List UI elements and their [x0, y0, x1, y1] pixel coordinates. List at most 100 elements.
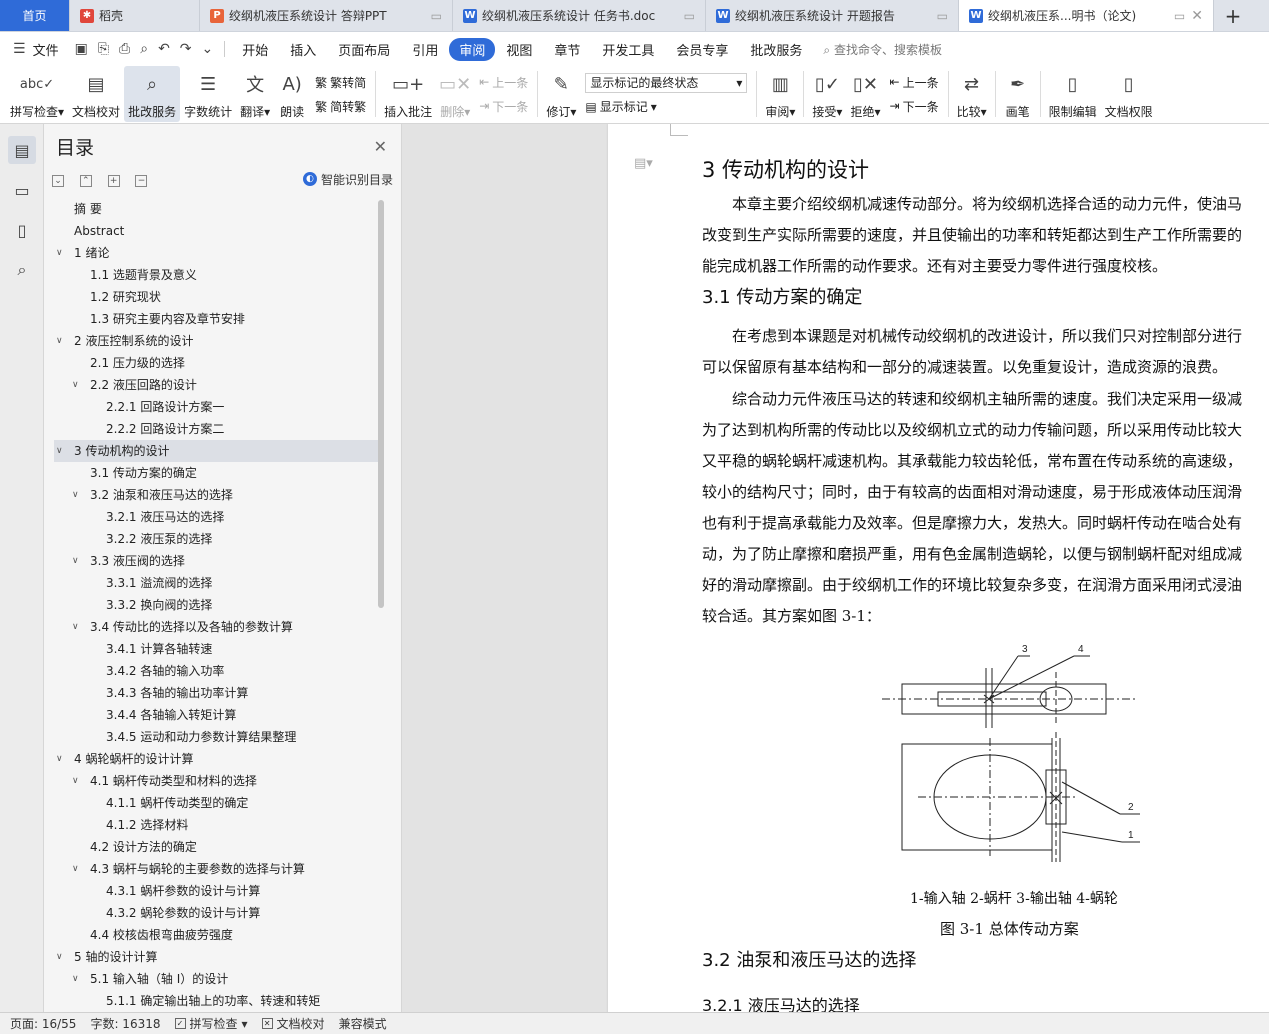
toc-item[interactable]: ∨ 3.2 油泵和液压马达的选择: [54, 484, 384, 506]
word-count-button[interactable]: ☰ 字数统计: [180, 66, 236, 122]
markup-state-select[interactable]: 显示标记的最终状态 ▾: [585, 72, 748, 93]
toc-item[interactable]: 3.2.2 液压泵的选择: [54, 528, 384, 550]
preview-icon[interactable]: ⌕: [135, 41, 153, 57]
toc-item[interactable]: Abstract: [54, 220, 384, 242]
grading-service-button[interactable]: ⌕ 批改服务: [124, 66, 181, 122]
document-page[interactable]: ▤▾ 3 传动机构的设计 本章主要介绍绞纲机减速传动部分。将为绞纲机选择合适的动…: [608, 124, 1269, 1012]
prev-change-button[interactable]: ⇤ 上一条: [890, 74, 939, 91]
menu-devtools[interactable]: 开发工具: [591, 40, 665, 59]
chevron-down-icon[interactable]: ∨: [72, 968, 82, 990]
monitor-icon[interactable]: ▭: [431, 9, 442, 23]
toc-item[interactable]: 2.2.2 回路设计方案二: [54, 418, 384, 440]
toc-item[interactable]: 4.1.2 选择材料: [54, 814, 384, 836]
toc-item[interactable]: 4.3.1 蜗杆参数的设计与计算: [54, 880, 384, 902]
toc-item[interactable]: 1.3 研究主要内容及章节安排: [54, 308, 384, 330]
delete-comment-button[interactable]: ▭✕ 删除▾: [436, 66, 474, 122]
close-icon[interactable]: ✕: [374, 137, 387, 156]
toc-item[interactable]: ∨ 5 轴的设计计算: [54, 946, 384, 968]
toc-item[interactable]: 4.3.2 蜗轮参数的设计与计算: [54, 902, 384, 924]
trad-to-simp-button[interactable]: 繁繁转简: [315, 74, 366, 91]
menu-start[interactable]: 开始: [231, 40, 279, 59]
chevron-down-icon[interactable]: ∨: [56, 330, 66, 352]
monitor-icon[interactable]: ▭: [937, 9, 948, 23]
toc-item[interactable]: ∨ 4.1 蜗杆传动类型和材料的选择: [54, 770, 384, 792]
toc-item[interactable]: 3.4.3 各轴的输出功率计算: [54, 682, 384, 704]
expand-all-icon[interactable]: ⌄: [52, 174, 64, 187]
menu-layout[interactable]: 页面布局: [327, 40, 401, 59]
toc-item[interactable]: ∨ 5.1 输入轴（轴 I）的设计: [54, 968, 384, 990]
chevron-down-icon[interactable]: ∨: [56, 242, 66, 264]
toc-item[interactable]: 3.4.5 运动和动力参数计算结果整理: [54, 726, 384, 748]
paragraph-menu-icon[interactable]: ▤▾: [634, 156, 653, 171]
spell-check-status[interactable]: ✓ 拼写检查 ▾: [174, 1015, 248, 1032]
undo-icon[interactable]: ↶: [153, 41, 175, 57]
menu-grading[interactable]: 批改服务: [739, 40, 813, 59]
tab-home[interactable]: 首页: [0, 0, 70, 31]
proof-status[interactable]: ✕ 文档校对: [261, 1015, 325, 1032]
doc-proof-button[interactable]: ▤ 文档校对: [68, 66, 124, 122]
toc-rail-icon[interactable]: ▤: [8, 136, 36, 164]
tab-doc-ppt[interactable]: P 绞纲机液压系统设计 答辩PPT ▭: [200, 0, 453, 31]
toc-item[interactable]: ∨ 3 传动机构的设计: [54, 440, 384, 462]
menu-insert[interactable]: 插入: [279, 40, 327, 59]
reject-button[interactable]: ▯✕ 拒绝▾: [846, 66, 884, 122]
toc-item[interactable]: 3.3.1 溢流阀的选择: [54, 572, 384, 594]
toc-item[interactable]: 3.3.2 换向阀的选择: [54, 594, 384, 616]
redo-icon[interactable]: ↷: [175, 41, 197, 57]
toc-item[interactable]: ∨ 2 液压控制系统的设计: [54, 330, 384, 352]
next-comment-button[interactable]: ⇥ 下一条: [479, 98, 528, 115]
toc-item[interactable]: ∨ 4.3 蜗杆与蜗轮的主要参数的选择与计算: [54, 858, 384, 880]
collapse-all-icon[interactable]: ⌃: [79, 174, 92, 187]
menu-view[interactable]: 视图: [495, 40, 543, 59]
menu-file[interactable]: 文件: [31, 40, 70, 59]
menu-chapter[interactable]: 章节: [543, 40, 591, 59]
toc-item[interactable]: 1.2 研究现状: [54, 286, 384, 308]
pen-button[interactable]: ✒ 画笔: [1000, 66, 1036, 122]
smart-toc-button[interactable]: ◐ 智能识别目录: [302, 171, 393, 188]
translate-button[interactable]: 文翻译▾: [236, 66, 274, 122]
remove-heading-icon[interactable]: −: [135, 174, 148, 187]
toc-item[interactable]: 3.1 传动方案的确定: [54, 462, 384, 484]
insert-comment-button[interactable]: ▭+ 插入批注: [380, 66, 436, 122]
chevron-down-icon[interactable]: ∨: [72, 858, 82, 880]
export-icon[interactable]: ⎘: [93, 41, 114, 57]
review-pane-button[interactable]: ▥ 审阅▾: [761, 66, 799, 122]
toc-item[interactable]: ∨ 4 蜗轮蜗杆的设计计算: [54, 748, 384, 770]
toc-item[interactable]: 4.4 校核齿根弯曲疲劳强度: [54, 924, 384, 946]
track-changes-button[interactable]: ✎ 修订▾: [542, 66, 580, 122]
chevron-down-icon[interactable]: ∨: [72, 616, 82, 638]
bookmark-icon[interactable]: ▯: [8, 216, 36, 244]
chevron-down-icon[interactable]: ∨: [72, 484, 82, 506]
toc-item[interactable]: 3.4.1 计算各轴转速: [54, 638, 384, 660]
menu-member[interactable]: 会员专享: [665, 40, 739, 59]
toc-item[interactable]: 3.4.4 各轴输入转矩计算: [54, 704, 384, 726]
toc-scrollbar[interactable]: [378, 200, 384, 608]
toc-item[interactable]: ∨ 1 绪论: [54, 242, 384, 264]
tab-doc-proposal[interactable]: W 绞纲机液压系统设计 开题报告 ▭: [706, 0, 959, 31]
simp-to-trad-button[interactable]: 繁简转繁: [315, 98, 366, 115]
chevron-down-icon[interactable]: ∨: [72, 770, 82, 792]
accept-button[interactable]: ▯✓ 接受▾: [808, 66, 846, 122]
menu-review[interactable]: 审阅: [449, 37, 496, 61]
chevron-down-icon[interactable]: ∨: [56, 748, 66, 770]
tab-doc-task[interactable]: W 绞纲机液压系统设计 任务书.doc ▭: [453, 0, 706, 31]
search-icon[interactable]: ⌕: [8, 256, 36, 284]
toc-item[interactable]: 4.1.1 蜗杆传动类型的确定: [54, 792, 384, 814]
save-icon[interactable]: ▣: [70, 41, 93, 57]
doc-permission-button[interactable]: ▯ 文档权限: [1101, 66, 1157, 122]
new-tab-button[interactable]: +: [1214, 0, 1252, 31]
monitor-icon[interactable]: ▭: [1174, 9, 1185, 23]
read-aloud-button[interactable]: A) 朗读: [274, 66, 310, 122]
toc-item[interactable]: 摘 要: [54, 198, 384, 220]
chevron-down-icon[interactable]: ∨: [56, 440, 66, 462]
tab-doc-thesis[interactable]: W 绞纲机液压系...明书（论文) ▭ ✕: [959, 0, 1214, 31]
next-change-button[interactable]: ⇥ 下一条: [890, 98, 939, 115]
toc-item[interactable]: ∨ 3.3 液压阀的选择: [54, 550, 384, 572]
toc-item[interactable]: 2.1 压力级的选择: [54, 352, 384, 374]
chevron-down-icon[interactable]: ∨: [56, 946, 66, 968]
toc-item[interactable]: 3.4.2 各轴的输入功率: [54, 660, 384, 682]
compare-button[interactable]: ⇄ 比较▾: [953, 66, 991, 122]
toc-item[interactable]: 5.1.1 确定输出轴上的功率、转速和转矩: [54, 990, 384, 1010]
toc-item[interactable]: 4.2 设计方法的确定: [54, 836, 384, 858]
menu-reference[interactable]: 引用: [401, 40, 449, 59]
